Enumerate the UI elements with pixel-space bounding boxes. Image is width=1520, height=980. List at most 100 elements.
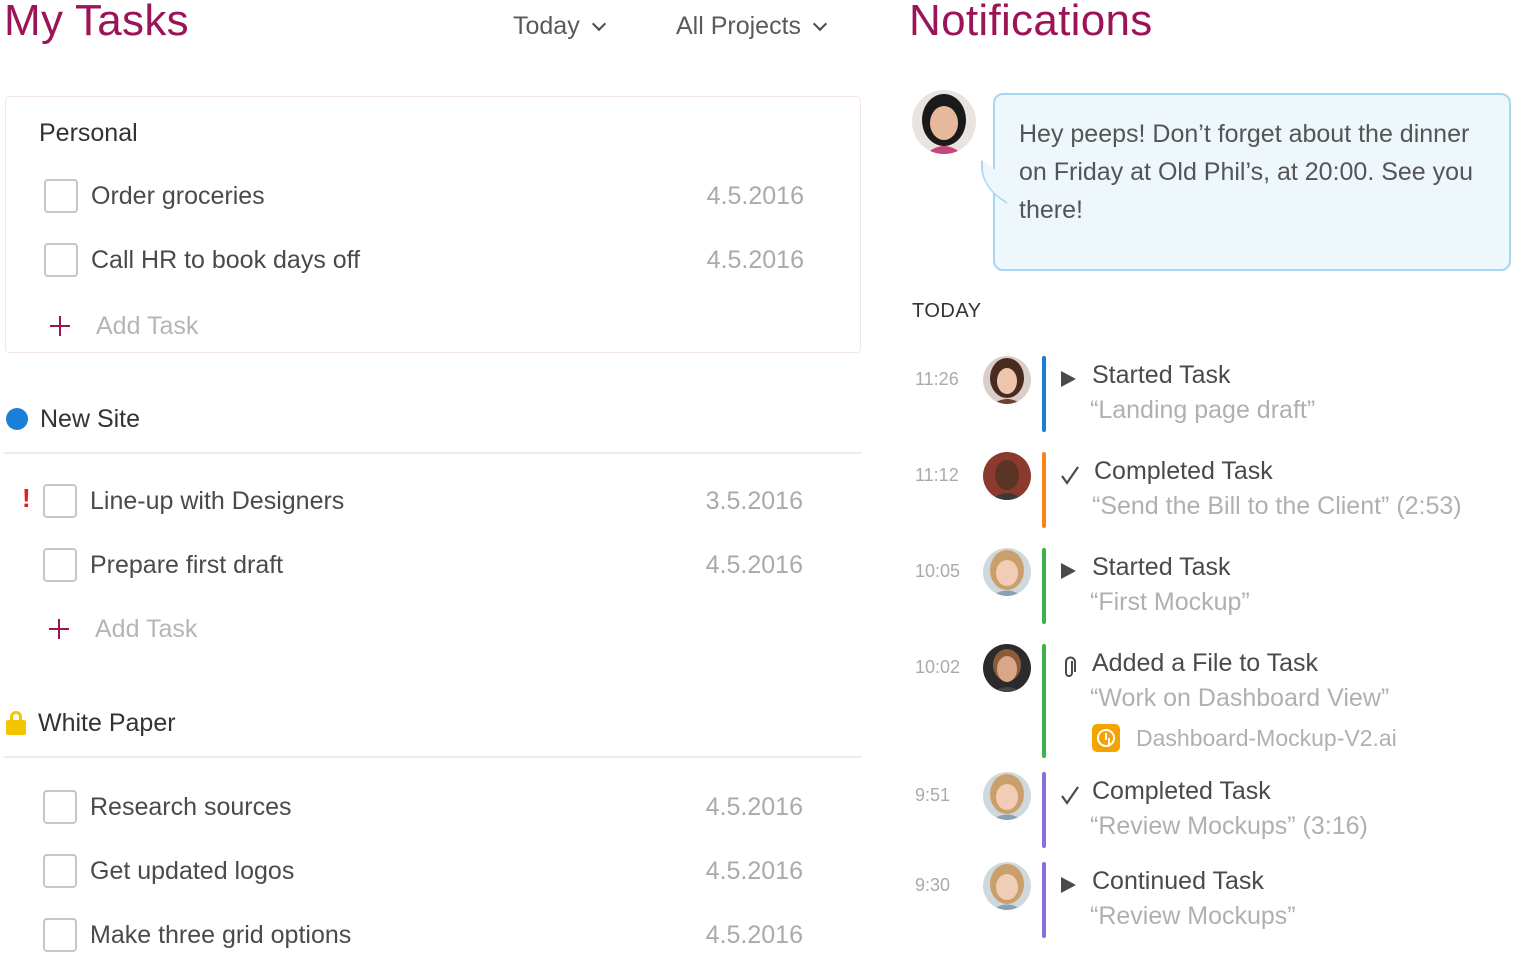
divider [4,756,862,758]
task-row: Get updated logos 4.5.2016 [43,851,803,891]
project-title: White Paper [38,708,176,737]
activity-subject: “First Mockup” [1090,588,1250,616]
activity-time: 11:26 [915,369,959,389]
activity-subject: “Review Mockups” (3:16) [1090,812,1368,840]
message-author-avatar[interactable] [912,90,976,154]
task-date: 4.5.2016 [706,245,804,274]
project-title: New Site [40,404,141,433]
task-checkbox[interactable] [44,179,78,213]
project-filter-label: All Projects [676,12,802,40]
play-icon [1059,560,1081,582]
activity-item[interactable]: 9:51 Completed Task “Review Mockups” (3:… [905,772,1520,852]
activity-title: Completed Task [1094,457,1273,485]
divider [4,452,862,454]
task-date: 4.5.2016 [706,181,804,210]
notifications-title: Notifications [909,0,1153,45]
task-row: Call HR to book days off 4.5.2016 [44,240,804,280]
page-title: My Tasks [4,0,189,45]
task-date: 3.5.2016 [705,486,803,515]
task-date: 4.5.2016 [705,550,803,579]
bubble-tail [981,159,1007,205]
avatar[interactable] [983,356,1031,404]
add-task-label: Add Task [96,311,199,340]
personal-project-card: Personal Order groceries 4.5.2016 Call H… [5,96,861,353]
task-row: Research sources 4.5.2016 [43,787,803,827]
activity-time: 9:51 [915,785,951,805]
activity-color-bar [1042,862,1046,938]
activity-item[interactable]: 10:05 Started Task “First Mockup” [905,548,1520,628]
activity-subject: “Send the Bill to the Client” (2:53) [1092,492,1462,520]
new-site-project-header[interactable]: New Site [6,402,140,436]
avatar[interactable] [983,452,1031,500]
priority-flag-icon: ! [22,483,31,513]
illustrator-file-icon [1092,724,1120,752]
activity-time: 11:12 [915,465,959,485]
task-checkbox[interactable] [43,790,77,824]
task-label[interactable]: Make three grid options [90,921,706,950]
attached-file-link[interactable]: Dashboard-Mockup-V2.ai [1092,724,1397,752]
plus-icon [50,316,70,336]
task-checkbox[interactable] [44,243,78,277]
activity-color-bar [1042,644,1046,758]
file-name: Dashboard-Mockup-V2.ai [1136,724,1397,751]
add-task-button[interactable]: Add Task [50,309,198,343]
task-checkbox[interactable] [43,854,77,888]
task-label[interactable]: Order groceries [91,182,707,211]
activity-title: Added a File to Task [1092,649,1319,677]
lock-icon [6,711,26,735]
chevron-down-icon [812,16,828,31]
activity-title: Started Task [1092,361,1231,389]
today-section-label: TODAY [912,300,982,322]
task-checkbox[interactable] [43,918,77,952]
activity-color-bar [1042,356,1046,432]
activity-item[interactable]: 10:02 Added a File to Task “Work on Dash… [905,644,1520,760]
activity-item[interactable]: 9:30 Continued Task “Review Mockups” [905,862,1520,942]
activity-title: Completed Task [1092,777,1271,805]
task-checkbox[interactable] [43,548,77,582]
task-label[interactable]: Line-up with Designers [90,487,706,516]
date-filter-dropdown[interactable]: Today [513,12,606,41]
tasks-panel: My Tasks Today All Projects Personal Ord… [0,0,870,980]
task-row: Order groceries 4.5.2016 [44,176,804,216]
activity-subject: “Work on Dashboard View” [1090,684,1390,712]
message-text: Hey peeps! Don’t forget about the dinner… [1019,120,1473,224]
date-filter-label: Today [513,12,580,40]
task-label[interactable]: Research sources [90,793,706,822]
task-row: Make three grid options 4.5.2016 [43,915,803,955]
project-title: Personal [39,119,138,147]
add-task-label: Add Task [95,614,198,643]
project-color-dot-icon [6,408,28,430]
activity-title: Started Task [1092,553,1231,581]
activity-color-bar [1042,452,1046,528]
avatar[interactable] [983,862,1031,910]
avatar[interactable] [983,548,1031,596]
activity-time: 9:30 [915,875,951,895]
activity-time: 10:05 [915,561,961,581]
activity-subject: “Landing page draft” [1090,396,1316,424]
message-bubble: Hey peeps! Don’t forget about the dinner… [981,93,1511,271]
task-checkbox[interactable] [43,484,77,518]
check-icon [1059,464,1081,486]
task-row: ! Line-up with Designers 3.5.2016 [22,481,803,521]
task-label[interactable]: Get updated logos [90,857,706,886]
task-row: Prepare first draft 4.5.2016 [43,545,803,585]
activity-title: Continued Task [1092,867,1264,895]
task-date: 4.5.2016 [705,920,803,949]
task-label[interactable]: Call HR to book days off [91,246,707,275]
white-paper-project-header[interactable]: White Paper [6,706,176,740]
task-date: 4.5.2016 [705,792,803,821]
add-task-button[interactable]: Add Task [49,612,197,646]
activity-color-bar [1042,772,1046,848]
notifications-panel: Notifications Hey peeps! Don’t forget ab… [905,0,1520,980]
avatar[interactable] [983,772,1031,820]
activity-color-bar [1042,548,1046,624]
plus-icon [49,619,69,639]
check-icon [1059,784,1081,806]
activity-item[interactable]: 11:26 Started Task “Landing page draft” [905,356,1520,436]
avatar[interactable] [983,644,1031,692]
activity-item[interactable]: 11:12 Completed Task “Send the Bill to t… [905,452,1520,532]
play-icon [1059,874,1081,896]
project-filter-dropdown[interactable]: All Projects [676,12,828,41]
task-label[interactable]: Prepare first draft [90,551,706,580]
activity-time: 10:02 [915,657,961,677]
